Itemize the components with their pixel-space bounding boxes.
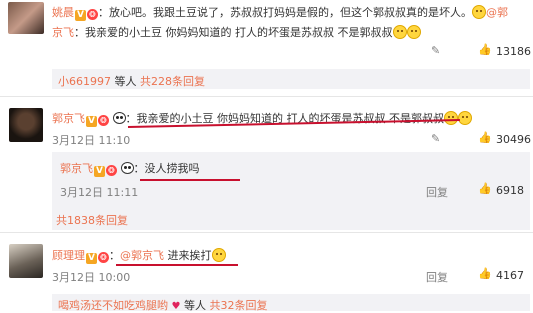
reply-button[interactable]: 回复 (426, 184, 448, 200)
reply-icon[interactable]: ✎ (431, 44, 440, 57)
divider (0, 96, 533, 97)
avatar[interactable] (9, 108, 43, 142)
sub-reply-text: 郭京飞 V ❂ ：没人捞我吗 (60, 160, 200, 177)
comment-body: ：我亲爱的小土豆 你妈妈知道的 打人的坏蛋是苏叔叔 不是郭叔叔 (74, 26, 393, 39)
emoji-icon (444, 111, 458, 125)
username-link[interactable]: 郭京飞 (52, 112, 85, 125)
more-mid: 等人 (111, 75, 140, 88)
verified-icon: V (75, 10, 86, 21)
view-replies-link[interactable]: 共1838条回复 (56, 212, 128, 228)
more-mid: 等人 (180, 299, 210, 312)
emoji-icon (458, 111, 472, 125)
emoji-icon (406, 25, 421, 39)
like-count: 30496 (496, 133, 531, 146)
like-icon[interactable]: 👍 (478, 43, 492, 56)
verified-icon: V (94, 166, 105, 177)
emoji-icon (211, 248, 226, 262)
like-icon[interactable]: 👍 (478, 182, 492, 195)
more-replies: 小661997 等人 共228条回复 (58, 73, 205, 89)
verified-icon: V (86, 116, 97, 127)
comment-text: 顾理理 V ❂ ：@郭京飞 进来挨打 (52, 247, 226, 264)
vip-badge-icon: ❂ (87, 9, 98, 20)
emoji-icon (392, 25, 407, 39)
username-link[interactable]: 喝鸡汤还不如吃鸡腿哟 (58, 299, 168, 312)
comment-body: ：放心吧。我跟土豆说了，苏叔叔打妈妈是假的，但这个郭叔叔真的是坏人。 (98, 6, 472, 19)
timestamp: 3月12日 11:11 (60, 186, 139, 199)
comment-text: 姚晨 V ❂ ：放心吧。我跟土豆说了，苏叔叔打妈妈是假的，但这个郭叔叔真的是坏人。 @郭 (52, 4, 530, 21)
username-link[interactable]: 顾理理 (52, 249, 85, 262)
emoji-icon (472, 5, 486, 19)
panda-icon (112, 112, 126, 124)
verified-icon: V (86, 253, 97, 264)
view-replies-link[interactable]: 共32条回复 (209, 299, 267, 312)
comment-body: 进来挨打 (164, 249, 212, 262)
username-link[interactable]: 郭京飞 (60, 162, 93, 175)
like-count: 6918 (496, 184, 524, 197)
annotation-underline (140, 179, 240, 181)
vip-badge-icon: ❂ (106, 165, 117, 176)
avatar[interactable] (9, 244, 43, 278)
username-link[interactable]: 京飞 (52, 26, 74, 39)
reply-button[interactable]: 回复 (426, 269, 448, 285)
reply-icon[interactable]: ✎ (431, 132, 440, 145)
divider (0, 232, 533, 233)
annotation-underline (116, 264, 238, 266)
quoted-text: 京飞：我亲爱的小土豆 你妈妈知道的 打人的坏蛋是苏叔叔 不是郭叔叔 (52, 24, 421, 40)
timestamp: 3月12日 11:10 (52, 134, 131, 147)
username-link[interactable]: 姚晨 (52, 6, 74, 19)
username-link[interactable]: 小661997 (58, 75, 111, 88)
like-count: 4167 (496, 269, 524, 282)
timestamp: 3月12日 10:00 (52, 271, 131, 284)
vip-badge-icon: ❂ (98, 115, 109, 126)
avatar[interactable] (8, 2, 44, 34)
like-count: 13186 (496, 45, 531, 58)
like-icon[interactable]: 👍 (478, 131, 492, 144)
mention-link[interactable]: @郭京飞 (120, 249, 164, 262)
separator: ： (109, 249, 120, 262)
panda-icon (120, 162, 134, 174)
view-replies-link[interactable]: 共228条回复 (140, 75, 205, 88)
mention-link[interactable]: @郭 (486, 6, 508, 19)
comment-body: ：没人捞我吗 (133, 162, 200, 175)
vip-badge-icon: ❂ (98, 252, 109, 263)
like-icon[interactable]: 👍 (478, 267, 492, 280)
